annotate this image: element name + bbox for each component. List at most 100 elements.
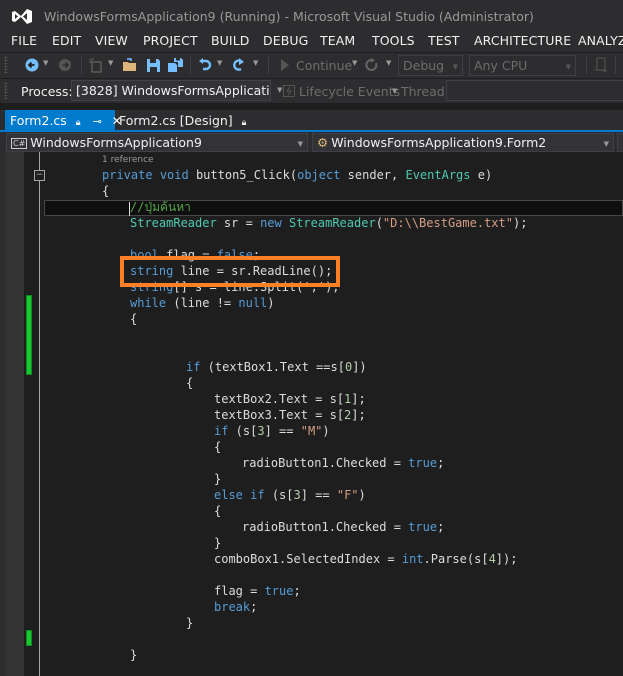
code-line: } bbox=[214, 536, 222, 550]
menu-architecture[interactable]: ARCHITECTURE bbox=[474, 33, 571, 48]
process-select[interactable]: [3828] WindowsFormsApplication9 bbox=[71, 80, 271, 101]
change-indicator bbox=[26, 630, 32, 646]
code-line: private void button5_Click(object sender… bbox=[102, 168, 493, 182]
code-line: while (line != null) bbox=[130, 296, 275, 310]
visual-studio-logo-icon bbox=[12, 9, 32, 24]
code-line: } bbox=[186, 616, 194, 630]
menu-tools[interactable]: TOOLS bbox=[372, 33, 415, 48]
code-line: radioButton1.Checked = true; bbox=[242, 520, 445, 534]
menu-debug[interactable]: DEBUG bbox=[263, 33, 308, 48]
code-line: { bbox=[130, 312, 138, 326]
change-tracking-margin bbox=[24, 152, 40, 676]
forward-icon[interactable] bbox=[57, 57, 73, 73]
code-line: { bbox=[214, 440, 222, 454]
codelens-references[interactable]: 1 reference bbox=[102, 155, 154, 165]
device-icon[interactable] bbox=[593, 57, 609, 73]
undo-icon[interactable] bbox=[197, 57, 213, 73]
toolbar-separator bbox=[81, 57, 82, 74]
restart-icon[interactable] bbox=[364, 57, 380, 73]
code-line: if (s[3] == "M") bbox=[214, 424, 330, 438]
window-title: WindowsFormsApplication9 (Running) - Mic… bbox=[44, 9, 534, 24]
chevron-down-icon: ▼ bbox=[297, 140, 303, 148]
chevron-down-icon: ▼ bbox=[565, 63, 571, 71]
code-line: { bbox=[214, 504, 222, 518]
menu-team[interactable]: TEAM bbox=[320, 33, 355, 48]
document-tab-strip: Form2.cs 🔒︎ ⊸ ✕ Form2.cs [Design] 🔒︎ bbox=[0, 110, 623, 130]
toolbar-grip[interactable] bbox=[4, 56, 8, 74]
code-line: { bbox=[102, 184, 110, 198]
code-line: } bbox=[130, 648, 138, 662]
chevron-down-icon: ▼ bbox=[603, 140, 609, 148]
code-line: //ปุ่มค้นหา bbox=[130, 200, 191, 214]
restart-dropdown[interactable]: ▼ bbox=[386, 59, 391, 67]
project-value: WindowsFormsApplication9 bbox=[30, 135, 202, 150]
lock-icon: 🔒︎ bbox=[241, 118, 247, 128]
save-icon[interactable] bbox=[145, 57, 161, 73]
toolbar-separator bbox=[268, 57, 269, 74]
new-project-dropdown[interactable]: ▼ bbox=[108, 59, 113, 67]
menu-view[interactable]: VIEW bbox=[95, 33, 128, 48]
new-project-icon[interactable] bbox=[88, 57, 104, 73]
code-line: else if (s[3] == "F") bbox=[214, 488, 366, 502]
back-dropdown[interactable]: ▼ bbox=[43, 59, 48, 67]
back-icon[interactable] bbox=[24, 57, 40, 73]
code-line: if (textBox1.Text ==s[0]) bbox=[186, 360, 367, 374]
toolbar-separator bbox=[615, 57, 616, 74]
redo-dropdown[interactable]: ▼ bbox=[253, 59, 258, 67]
thread-label: Thread: bbox=[401, 84, 449, 99]
collapse-icon[interactable]: − bbox=[34, 170, 45, 181]
title-bar: WindowsFormsApplication9 (Running) - Mic… bbox=[0, 0, 623, 32]
menu-edit[interactable]: EDIT bbox=[52, 33, 81, 48]
breakpoint-margin[interactable] bbox=[6, 152, 24, 676]
configuration-value: Debug bbox=[403, 58, 445, 73]
annotation-highlight-box bbox=[120, 256, 340, 287]
menu-analyze[interactable]: ANALYZE bbox=[578, 33, 623, 48]
menu-build[interactable]: BUILD bbox=[211, 33, 250, 48]
type-value: WindowsFormsApplication9.Form2 bbox=[331, 135, 547, 150]
standard-toolbar: ▼ ▼ ▼ ▼ Continue ▼ ▼ Debug ▼ Any CPU ▼ bbox=[0, 53, 623, 78]
code-line: { bbox=[186, 376, 194, 390]
tab-label: Form2.cs bbox=[10, 113, 67, 128]
thread-select[interactable] bbox=[446, 80, 623, 101]
tab-form2-design[interactable]: Form2.cs [Design] 🔒︎ bbox=[115, 110, 246, 130]
class-icon: ⚙ bbox=[317, 135, 329, 150]
code-line: textBox2.Text = s[1]; bbox=[214, 392, 366, 406]
platform-value: Any CPU bbox=[474, 58, 528, 73]
menu-bar: FILE EDIT VIEW PROJECT BUILD DEBUG TEAM … bbox=[0, 32, 623, 52]
undo-dropdown[interactable]: ▼ bbox=[217, 59, 222, 67]
menu-test[interactable]: TEST bbox=[428, 33, 460, 48]
lifecycle-events-button[interactable]: Lifecycle Events bbox=[299, 84, 400, 99]
code-line: flag = true; bbox=[214, 584, 301, 598]
toolbar-separator bbox=[190, 57, 191, 74]
chevron-down-icon: ▼ bbox=[452, 63, 458, 71]
outlining-line bbox=[39, 152, 40, 676]
tab-label: Form2.cs [Design] bbox=[119, 113, 233, 128]
toolbar-separator bbox=[586, 57, 587, 74]
type-select[interactable]: ⚙ WindowsFormsApplication9.Form2 ▼ bbox=[312, 133, 614, 152]
lifecycle-events-icon[interactable] bbox=[281, 83, 297, 99]
csharp-project-icon: C# bbox=[11, 138, 28, 149]
toolbar-grip[interactable] bbox=[4, 82, 8, 100]
menu-file[interactable]: FILE bbox=[11, 33, 37, 48]
member-select[interactable]: ▫ bbox=[617, 133, 623, 152]
tab-form2-cs[interactable]: Form2.cs 🔒︎ ⊸ ✕ bbox=[5, 110, 122, 130]
platform-select[interactable]: Any CPU ▼ bbox=[469, 55, 576, 76]
open-file-icon[interactable] bbox=[122, 57, 138, 73]
process-value: [3828] WindowsFormsApplication9 bbox=[76, 83, 270, 98]
pin-icon[interactable]: ⊸ bbox=[93, 115, 102, 128]
continue-dropdown[interactable]: ▼ bbox=[352, 59, 357, 67]
redo-icon[interactable] bbox=[230, 57, 246, 73]
continue-button[interactable]: Continue bbox=[296, 58, 352, 73]
change-indicator bbox=[26, 295, 32, 375]
code-line: textBox3.Text = s[2]; bbox=[214, 408, 366, 422]
code-editor[interactable]: − 1 reference private void button5_Click… bbox=[0, 152, 623, 676]
continue-icon[interactable] bbox=[277, 57, 293, 73]
lock-icon: 🔒︎ bbox=[75, 118, 81, 128]
code-line: comboBox1.SelectedIndex = int.Parse(s[4]… bbox=[214, 552, 518, 566]
save-all-icon[interactable] bbox=[167, 57, 183, 73]
configuration-select[interactable]: Debug ▼ bbox=[398, 55, 463, 76]
project-select[interactable]: C# WindowsFormsApplication9 ▼ bbox=[6, 133, 308, 152]
code-line: radioButton1.Checked = true; bbox=[242, 456, 445, 470]
menu-project[interactable]: PROJECT bbox=[143, 33, 198, 48]
lifecycle-dropdown[interactable]: ▼ bbox=[392, 87, 397, 95]
